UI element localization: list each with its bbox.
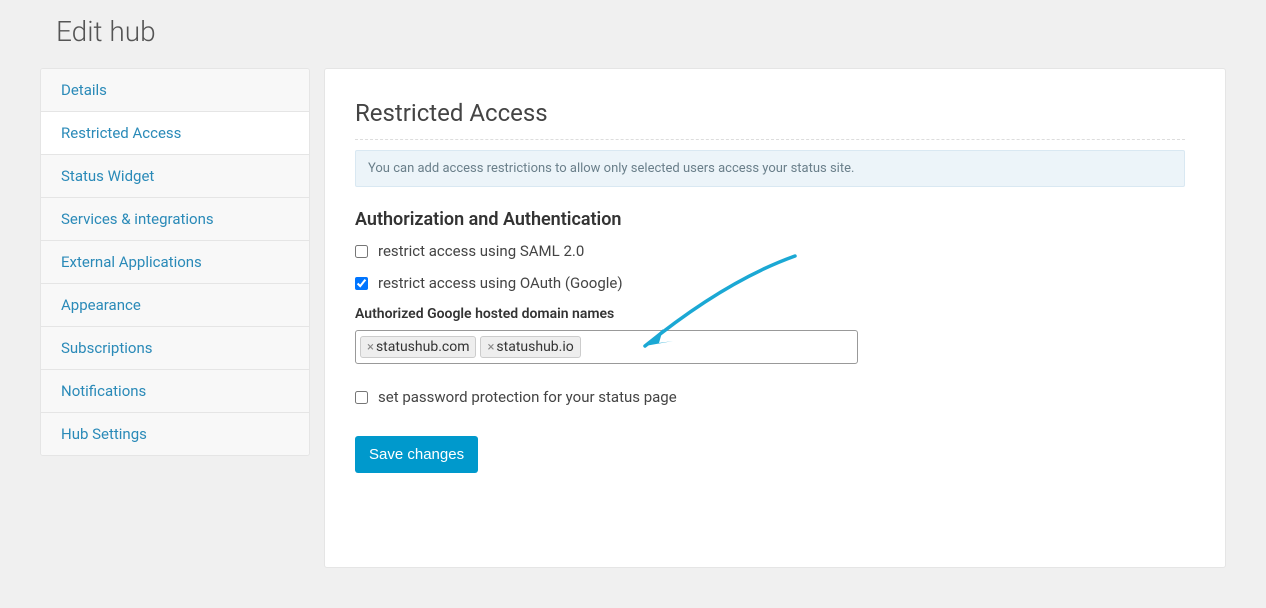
- checkbox-saml[interactable]: [355, 245, 368, 258]
- checkbox-password-label[interactable]: set password protection for your status …: [378, 388, 677, 406]
- sidebar-item-status-widget[interactable]: Status Widget: [41, 155, 309, 198]
- checkbox-oauth[interactable]: [355, 277, 368, 290]
- checkbox-row-password: set password protection for your status …: [355, 388, 1185, 406]
- checkbox-row-oauth: restrict access using OAuth (Google): [355, 274, 1185, 292]
- tag-remove-icon[interactable]: ×: [367, 341, 374, 354]
- sidebar-item-hub-settings[interactable]: Hub Settings: [41, 413, 309, 455]
- divider: [355, 139, 1185, 140]
- sidebar-item-external-applications[interactable]: External Applications: [41, 241, 309, 284]
- checkbox-oauth-label[interactable]: restrict access using OAuth (Google): [378, 274, 623, 292]
- sidebar-item-appearance[interactable]: Appearance: [41, 284, 309, 327]
- sidebar-item-services-integrations[interactable]: Services & integrations: [41, 198, 309, 241]
- save-button[interactable]: Save changes: [355, 436, 478, 473]
- info-box: You can add access restrictions to allow…: [355, 150, 1185, 187]
- sidebar-item-notifications[interactable]: Notifications: [41, 370, 309, 413]
- section-title: Restricted Access: [355, 99, 1185, 127]
- main-panel: Restricted Access You can add access res…: [324, 68, 1226, 568]
- tag-remove-icon[interactable]: ×: [487, 341, 494, 354]
- domain-tag-text: statushub.com: [376, 339, 470, 355]
- domain-tag: × statushub.io: [480, 336, 580, 358]
- checkbox-row-saml: restrict access using SAML 2.0: [355, 242, 1185, 260]
- checkbox-password[interactable]: [355, 391, 368, 404]
- domain-field-label: Authorized Google hosted domain names: [355, 306, 1185, 322]
- auth-heading: Authorization and Authentication: [355, 209, 1185, 230]
- domain-tag: × statushub.com: [360, 336, 476, 358]
- sidebar-item-restricted-access[interactable]: Restricted Access: [41, 112, 309, 155]
- domain-tag-text: statushub.io: [496, 339, 573, 355]
- domain-tag-input[interactable]: × statushub.com × statushub.io: [355, 330, 858, 364]
- checkbox-saml-label[interactable]: restrict access using SAML 2.0: [378, 242, 584, 260]
- sidebar-item-subscriptions[interactable]: Subscriptions: [41, 327, 309, 370]
- page-title: Edit hub: [56, 15, 1226, 48]
- sidebar-item-details[interactable]: Details: [41, 69, 309, 112]
- sidebar: Details Restricted Access Status Widget …: [40, 68, 310, 456]
